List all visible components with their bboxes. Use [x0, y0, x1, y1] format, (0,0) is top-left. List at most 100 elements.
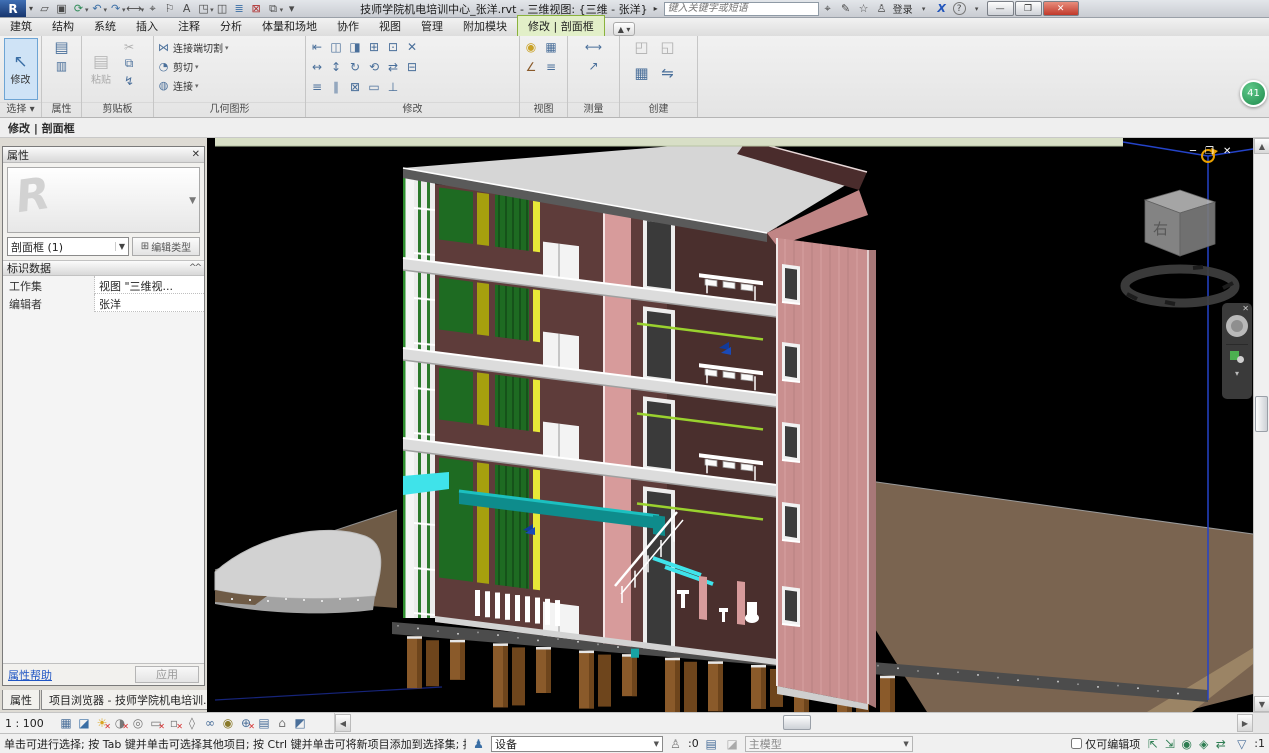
workset-dropdown-icon[interactable]: ▼ — [650, 740, 659, 748]
select-by-face-icon[interactable]: ◈ — [1195, 736, 1212, 752]
shadows-icon[interactable]: ◑✕ — [111, 715, 129, 732]
view-minimize-icon[interactable]: ─ — [1190, 146, 1196, 157]
design-options-icon[interactable]: ◪ — [724, 736, 741, 752]
navbar-close-icon[interactable]: ✕ — [1242, 303, 1252, 313]
linework-icon[interactable]: ∠ — [522, 58, 540, 75]
modify-tool-icon-0[interactable]: ⇤ — [308, 38, 326, 55]
login-label[interactable]: 登录 — [893, 1, 913, 16]
revit-logo[interactable]: R — [0, 0, 26, 17]
building-3d-section-view[interactable]: 右 — [207, 138, 1253, 712]
help-dropdown-icon[interactable]: ▾ — [968, 1, 986, 17]
palette-tab-1[interactable]: 项目浏览器 - 技师学院机电培训... — [41, 690, 221, 710]
view-close-icon[interactable]: ✕ — [1223, 146, 1231, 157]
tab-9[interactable]: 管理 — [411, 16, 453, 36]
view-restore-icon[interactable]: ❐ — [1205, 146, 1214, 157]
worksharing-display-icon[interactable]: ⊕✕ — [237, 715, 255, 732]
scroll-left-icon[interactable]: ◀ — [335, 714, 351, 732]
create-group-icon[interactable]: ◰ — [633, 38, 651, 55]
drag-on-selection-icon[interactable]: ⇄ — [1212, 736, 1229, 752]
modify-button[interactable]: ↖ 修改 — [4, 38, 38, 100]
ribbon-collapse-button[interactable]: ▲ ▾ — [613, 22, 636, 36]
tab-4[interactable]: 注释 — [168, 16, 210, 36]
close-button[interactable]: ✕ — [1043, 1, 1079, 16]
favorites-icon[interactable]: ☆ — [855, 0, 873, 16]
temporary-view-properties-icon[interactable]: ▤ — [255, 715, 273, 732]
tab-5[interactable]: 分析 — [210, 16, 252, 36]
modify-tool-icon-5[interactable]: ✕ — [403, 38, 421, 55]
minimize-button[interactable]: — — [987, 1, 1014, 16]
geometry-item-dropdown-0[interactable]: ▾ — [225, 44, 229, 52]
select-links-icon[interactable]: ⇱ — [1144, 736, 1161, 752]
match-type-icon[interactable]: ↯ — [120, 72, 138, 89]
crop-view-icon[interactable]: ▭✕ — [147, 715, 165, 732]
visual-style-icon[interactable]: ◪ — [75, 715, 93, 732]
geometry-item-1[interactable]: ◔剪切▾ — [156, 57, 303, 76]
zoom-tool-icon[interactable] — [1230, 351, 1244, 363]
vertical-scrollbar[interactable]: ▲ ▼ — [1253, 138, 1269, 712]
search-input[interactable] — [664, 2, 819, 16]
modify-tool-icon-10[interactable]: ⇄ — [384, 58, 402, 75]
create-parts-icon[interactable]: ◱ — [659, 38, 677, 55]
cut-icon[interactable]: ✂ — [120, 38, 138, 55]
tag-icon[interactable]: ⚐ — [161, 0, 178, 16]
panel-label-select[interactable]: 选择 ▾ — [0, 102, 41, 117]
tab-10[interactable]: 附加模块 — [453, 16, 517, 36]
text-icon[interactable]: A — [178, 0, 195, 16]
palette-title-bar[interactable]: 属性 ✕ — [3, 147, 204, 163]
geometry-item-2[interactable]: ◍连接▾ — [156, 76, 303, 95]
active-workset-select[interactable]: 设备 ▼ — [491, 736, 663, 752]
manage-collaboration-icon[interactable]: ▤ — [703, 736, 720, 752]
modify-tool-icon-6[interactable]: ↔ — [308, 58, 326, 75]
type-selector-dropdown-icon[interactable]: ▼ — [115, 242, 125, 251]
modify-tool-icon-9[interactable]: ⟲ — [365, 58, 383, 75]
sun-path-icon[interactable]: ☀✕ — [93, 715, 111, 732]
navbar-dropdown-icon[interactable]: ▾ — [1235, 369, 1239, 378]
modify-tool-icon-3[interactable]: ⊞ — [365, 38, 383, 55]
modify-tool-icon-4[interactable]: ⊡ — [384, 38, 402, 55]
paste-button[interactable]: ▤ 粘贴 — [84, 38, 118, 100]
signin-icon[interactable]: ♙ — [873, 0, 891, 16]
create-similar-icon[interactable]: ⇋ — [659, 64, 677, 81]
thin-lines-view-icon[interactable]: ≡ — [542, 58, 560, 75]
section-header-identity-data[interactable]: 标识数据 ^^ — [3, 260, 204, 276]
reveal-hidden-icon[interactable]: ◉ — [219, 715, 237, 732]
design-option-dropdown-icon[interactable]: ▼ — [899, 740, 908, 748]
tab-2[interactable]: 系统 — [84, 16, 126, 36]
aligned-dimension-icon[interactable]: ⌖ — [144, 1, 161, 17]
tab-8[interactable]: 视图 — [369, 16, 411, 36]
filter-icon[interactable]: ▽ — [1233, 736, 1250, 752]
view-scale[interactable]: 1 : 100 — [4, 716, 56, 731]
property-value-0[interactable]: 视图 "三维视... — [95, 276, 204, 294]
help-icon[interactable]: ? — [953, 2, 966, 15]
close-hidden-windows-icon[interactable]: ⊠ — [248, 0, 265, 16]
type-preview-dropdown-icon[interactable]: ▼ — [189, 196, 196, 206]
measure-between-icon[interactable]: ⟷ — [585, 38, 603, 55]
select-pinned-icon[interactable]: ◉ — [1178, 736, 1195, 752]
modify-tool-icon-7[interactable]: ↕ — [327, 58, 345, 75]
properties-help-link[interactable]: 属性帮助 — [8, 667, 52, 683]
drawing-area[interactable]: 右 — [207, 138, 1253, 712]
temporary-hide-icon[interactable]: ◉ — [522, 38, 540, 55]
open-icon[interactable]: ▱ — [36, 0, 53, 16]
save-icon[interactable]: ▣ — [53, 0, 70, 16]
horizontal-scroll-thumb[interactable] — [783, 715, 811, 730]
measure-icon[interactable]: ⟷ — [126, 0, 143, 16]
tab-7[interactable]: 协作 — [327, 16, 369, 36]
thin-lines-icon[interactable]: ≣ — [231, 0, 248, 16]
modify-tool-icon-1[interactable]: ◫ — [327, 38, 345, 55]
property-value-1[interactable]: 张洋 — [95, 294, 204, 312]
apply-button[interactable]: 应用 — [135, 666, 199, 683]
palette-close-icon[interactable]: ✕ — [192, 149, 200, 160]
displacement-sets-icon[interactable]: ◩ — [291, 715, 309, 732]
tab-0[interactable]: 建筑 — [0, 16, 42, 36]
modify-tool-icon-12[interactable]: ≡ — [308, 78, 326, 95]
editing-requests-icon[interactable]: ♙ — [667, 736, 684, 752]
maximize-button[interactable]: ❐ — [1015, 1, 1042, 16]
modify-tool-icon-13[interactable]: ∥ — [327, 78, 345, 95]
properties-icon[interactable]: ▤ — [53, 38, 71, 55]
steering-wheel-icon[interactable] — [1226, 315, 1248, 337]
editable-only-checkbox[interactable] — [1071, 738, 1082, 749]
palette-tab-0[interactable]: 属性 — [2, 690, 40, 710]
exchange-apps-icon[interactable]: X — [933, 1, 951, 17]
tab-1[interactable]: 结构 — [42, 16, 84, 36]
